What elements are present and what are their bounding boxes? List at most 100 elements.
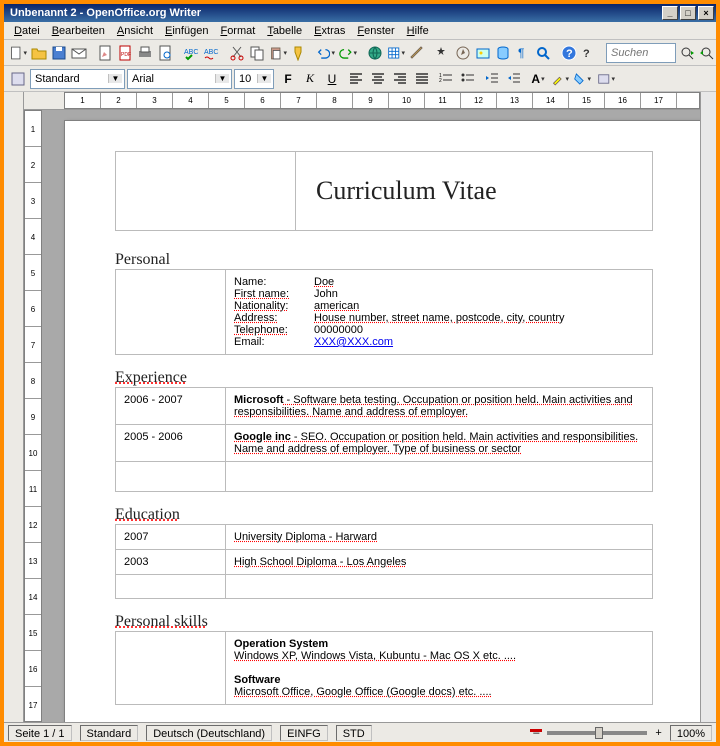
education-table: 2007University Diploma - Harward 2003Hig…	[115, 524, 653, 599]
section-personal-heading: Personal	[115, 251, 653, 269]
find-button[interactable]	[434, 43, 452, 63]
menu-tabelle[interactable]: Tabelle	[261, 23, 308, 39]
save-button[interactable]	[50, 43, 68, 63]
font-size-value: 10	[237, 73, 257, 85]
maximize-button[interactable]: □	[680, 6, 696, 20]
bold-button[interactable]: F	[278, 69, 298, 89]
menu-einfuegen[interactable]: Einfügen	[159, 23, 214, 39]
svg-text:ABC: ABC	[204, 49, 218, 56]
font-name-value: Arial	[130, 73, 215, 85]
menu-bearbeiten[interactable]: Bearbeiten	[46, 23, 111, 39]
new-doc-button[interactable]	[8, 43, 28, 63]
bg-color-button[interactable]	[572, 69, 592, 89]
document-scroll-area[interactable]: 123456789101112131415161718 Curriculum V…	[24, 110, 700, 722]
svg-text:?: ?	[583, 48, 590, 60]
titlebar: Unbenannt 2 - OpenOffice.org Writer _ □ …	[4, 4, 716, 22]
standard-toolbar: PDF ABC ABC ¶ ? ?	[4, 40, 716, 66]
print-button[interactable]	[136, 43, 154, 63]
font-size-dropdown[interactable]: 10▼	[234, 69, 274, 89]
redo-button[interactable]	[338, 43, 358, 63]
table-row: 2006 - 2007Microsoft - Software beta tes…	[116, 388, 653, 425]
hyperlink-button[interactable]	[366, 43, 384, 63]
menu-datei[interactable]: Datei	[8, 23, 46, 39]
cut-button[interactable]	[228, 43, 246, 63]
undo-button[interactable]	[316, 43, 336, 63]
status-page: Seite 1 / 1	[8, 725, 72, 741]
status-zoom[interactable]: 100%	[670, 725, 712, 741]
gallery-button[interactable]	[474, 43, 492, 63]
cv-title: Curriculum Vitae	[316, 176, 497, 206]
underline-button[interactable]: U	[322, 69, 342, 89]
menu-extras[interactable]: Extras	[308, 23, 351, 39]
menu-hilfe[interactable]: Hilfe	[401, 23, 435, 39]
left-margin-bar	[4, 92, 24, 722]
vertical-ruler[interactable]: 123456789101112131415161718	[24, 110, 42, 722]
number-list-button[interactable]: 12	[436, 69, 456, 89]
open-button[interactable]	[30, 43, 48, 63]
menu-format[interactable]: Format	[214, 23, 261, 39]
table-row: Operation System Windows XP, Windows Vis…	[116, 632, 653, 705]
menu-ansicht[interactable]: Ansicht	[111, 23, 159, 39]
italic-button[interactable]: K	[300, 69, 320, 89]
search-next-button[interactable]	[678, 43, 696, 63]
draw-button[interactable]	[408, 43, 426, 63]
search-prev-button[interactable]	[698, 43, 716, 63]
document-page[interactable]: Curriculum Vitae Personal Name:DoeFirst …	[64, 120, 700, 722]
search-input[interactable]	[606, 43, 676, 63]
svg-text:?: ?	[566, 48, 573, 60]
table-button[interactable]	[386, 43, 406, 63]
align-left-button[interactable]	[346, 69, 366, 89]
experience-table: 2006 - 2007Microsoft - Software beta tes…	[115, 387, 653, 492]
paste-button[interactable]	[268, 43, 288, 63]
styles-window-button[interactable]	[8, 69, 28, 89]
paragraph-style-dropdown[interactable]: Standard▼	[30, 69, 125, 89]
status-insert[interactable]: EINFG	[280, 725, 328, 741]
svg-text:PDF: PDF	[121, 52, 131, 58]
nonprinting-button[interactable]: ¶	[514, 43, 532, 63]
more-options-button[interactable]	[596, 69, 616, 89]
print-preview-button[interactable]	[156, 43, 174, 63]
spellcheck-button[interactable]: ABC	[182, 43, 200, 63]
status-std[interactable]: STD	[336, 725, 372, 741]
menu-fenster[interactable]: Fenster	[351, 23, 400, 39]
align-justify-button[interactable]	[412, 69, 432, 89]
highlight-button[interactable]	[550, 69, 570, 89]
menubar: Datei Bearbeiten Ansicht Einfügen Format…	[4, 22, 716, 40]
skills-table: Operation System Windows XP, Windows Vis…	[115, 631, 653, 705]
close-button[interactable]: ×	[698, 6, 714, 20]
status-language[interactable]: Deutsch (Deutschland)	[146, 725, 272, 741]
whatsthis-button[interactable]: ?	[580, 43, 598, 63]
horizontal-ruler[interactable]: 1234567891011121314151617	[24, 92, 700, 110]
section-experience-heading: Experience	[115, 369, 653, 387]
font-name-dropdown[interactable]: Arial▼	[127, 69, 232, 89]
datasources-button[interactable]	[494, 43, 512, 63]
vertical-scrollbar[interactable]	[700, 92, 716, 722]
edit-doc-button[interactable]	[96, 43, 114, 63]
status-style[interactable]: Standard	[80, 725, 139, 741]
bullet-list-button[interactable]	[458, 69, 478, 89]
decrease-indent-button[interactable]	[482, 69, 502, 89]
table-row: 2005 - 2006Google inc - SEO. Occupation …	[116, 425, 653, 462]
align-center-button[interactable]	[368, 69, 388, 89]
formatting-toolbar: Standard▼ Arial▼ 10▼ F K U 12 A	[4, 66, 716, 92]
increase-indent-button[interactable]	[504, 69, 524, 89]
table-row: 2003High School Diploma - Los Angeles	[116, 550, 653, 575]
cv-title-box: Curriculum Vitae	[115, 151, 653, 231]
navigator-button[interactable]	[454, 43, 472, 63]
workspace: 1234567891011121314151617 12345678910111…	[4, 92, 716, 722]
pdf-export-button[interactable]: PDF	[116, 43, 134, 63]
font-color-button[interactable]: A	[528, 69, 548, 89]
paragraph-style-value: Standard	[33, 73, 108, 85]
zoom-slider[interactable]	[547, 731, 647, 735]
svg-text:2: 2	[439, 78, 442, 84]
zoom-in-icon[interactable]: +	[655, 727, 661, 739]
minimize-button[interactable]: _	[662, 6, 678, 20]
email-button[interactable]	[70, 43, 88, 63]
autospell-button[interactable]: ABC	[202, 43, 220, 63]
align-right-button[interactable]	[390, 69, 410, 89]
help-button[interactable]: ?	[560, 43, 578, 63]
copy-button[interactable]	[248, 43, 266, 63]
zoom-button[interactable]	[534, 43, 552, 63]
format-paintbrush-button[interactable]	[290, 43, 308, 63]
table-row	[116, 462, 653, 492]
